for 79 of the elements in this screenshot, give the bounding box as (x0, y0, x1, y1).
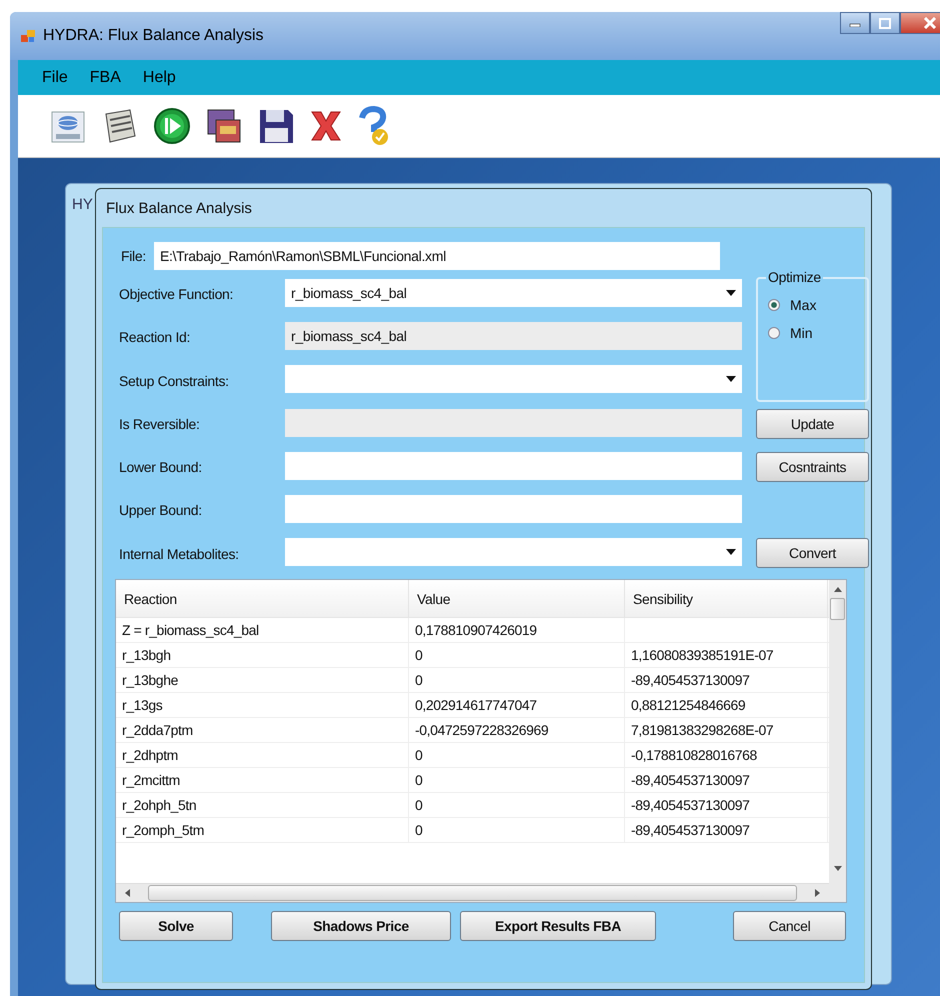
scroll-up-icon[interactable] (834, 586, 842, 592)
dialog-button[interactable]: Shadows Price (271, 911, 451, 941)
scrollbar-thumb[interactable] (830, 598, 845, 620)
radio-button[interactable] (768, 299, 780, 311)
table-cell: -0,0472597228326969 (409, 718, 625, 742)
scroll-down-icon[interactable] (834, 866, 842, 872)
dialog-button[interactable]: Solve (119, 911, 233, 941)
dropdown-arrow-icon (726, 549, 736, 555)
close-icon (923, 17, 937, 29)
radio-label: Min (790, 325, 813, 341)
menu-item[interactable]: File (42, 68, 68, 86)
table-cell: Z = r_biomass_sc4_bal (116, 618, 409, 642)
table-cell: -0,178810828016768 (625, 743, 828, 767)
table-cell: 7,81981383298268E-07 (625, 718, 828, 742)
table-cell: r_13bgh (116, 643, 409, 667)
dropdown-arrow-icon (726, 376, 736, 382)
vertical-scrollbar[interactable] (829, 580, 846, 902)
radio-label: Max (790, 297, 816, 313)
table-cell: 0 (409, 668, 625, 692)
table-cell: r_2mcittm (116, 768, 409, 792)
table-cell: r_2dda7ptm (116, 718, 409, 742)
table-cell: r_13bghe (116, 668, 409, 692)
table-cell: 0,178810907426019 (409, 618, 625, 642)
table-cell: 0 (409, 743, 625, 767)
dialog-title: Flux Balance Analysis (105, 198, 253, 218)
table-cell: r_2omph_5tm (116, 818, 409, 842)
table-cell: -89,4054537130097 (625, 768, 828, 792)
window-title: HYDRA: Flux Balance Analysis (43, 27, 264, 45)
dropdown-field[interactable] (285, 538, 742, 566)
table-cell: 0 (409, 643, 625, 667)
field-label: Is Reversible: (119, 416, 201, 432)
minimize-button[interactable] (840, 12, 870, 34)
field-label: Internal Metabolites: (119, 546, 240, 562)
field-label: Upper Bound: (119, 502, 203, 518)
app-icon (20, 28, 36, 44)
readonly-field[interactable]: r_biomass_sc4_bal (285, 322, 742, 350)
input-field[interactable] (285, 452, 742, 480)
column-header[interactable]: Sensibility (625, 580, 828, 617)
table-cell: -89,4054537130097 (625, 818, 828, 842)
table-cell: -89,4054537130097 (625, 793, 828, 817)
field-label: Objective Function: (119, 286, 234, 302)
scrollbar-thumb[interactable] (148, 885, 797, 901)
field-label: Setup Constraints: (119, 372, 230, 388)
group-title: Optimize (766, 269, 823, 285)
column-header[interactable]: Reaction (116, 580, 409, 617)
dialog-button[interactable]: Export Results FBA (460, 911, 656, 941)
table-cell: 1,16080839385191E-07 (625, 643, 828, 667)
maximize-icon (879, 18, 891, 28)
field-label: File: (121, 248, 146, 264)
menu-item[interactable]: FBA (90, 68, 121, 86)
maximize-button[interactable] (870, 12, 900, 34)
file-field[interactable]: E:\Trabajo_Ramón\Ramon\SBML\Funcional.xml (154, 242, 720, 270)
radio-button[interactable] (768, 327, 780, 339)
input-field[interactable] (285, 495, 742, 523)
horizontal-scrollbar[interactable] (116, 883, 829, 902)
field-label: Lower Bound: (119, 459, 203, 475)
dialog-button[interactable]: Cancel (733, 911, 846, 941)
table-cell: 0,88121254846669 (625, 693, 828, 717)
table-cell: 0 (409, 793, 625, 817)
column-header[interactable]: Value (409, 580, 625, 617)
field-label: Reaction Id: (119, 329, 192, 345)
table-cell: 0,202914617747047 (409, 693, 625, 717)
table-cell: 0 (409, 818, 625, 842)
scroll-right-icon[interactable] (813, 889, 821, 897)
side-button[interactable]: Convert (756, 538, 869, 568)
table-cell: 0 (409, 768, 625, 792)
table-cell: r_13gs (116, 693, 409, 717)
side-button[interactable]: Update (756, 409, 869, 439)
table-cell: r_2ohph_5tn (116, 793, 409, 817)
table-cell: r_2dhptm (116, 743, 409, 767)
play-icon[interactable] (152, 106, 192, 146)
dropdown-field[interactable] (285, 365, 742, 393)
dropdown-field[interactable]: r_biomass_sc4_bal (285, 279, 742, 307)
side-button[interactable]: Cosntraints (756, 452, 869, 482)
menu-item[interactable]: Help (142, 68, 176, 86)
scroll-left-icon[interactable] (124, 889, 132, 897)
dropdown-arrow-icon (726, 290, 736, 296)
table-cell: -89,4054537130097 (625, 668, 828, 692)
window-title: HY (72, 196, 93, 213)
